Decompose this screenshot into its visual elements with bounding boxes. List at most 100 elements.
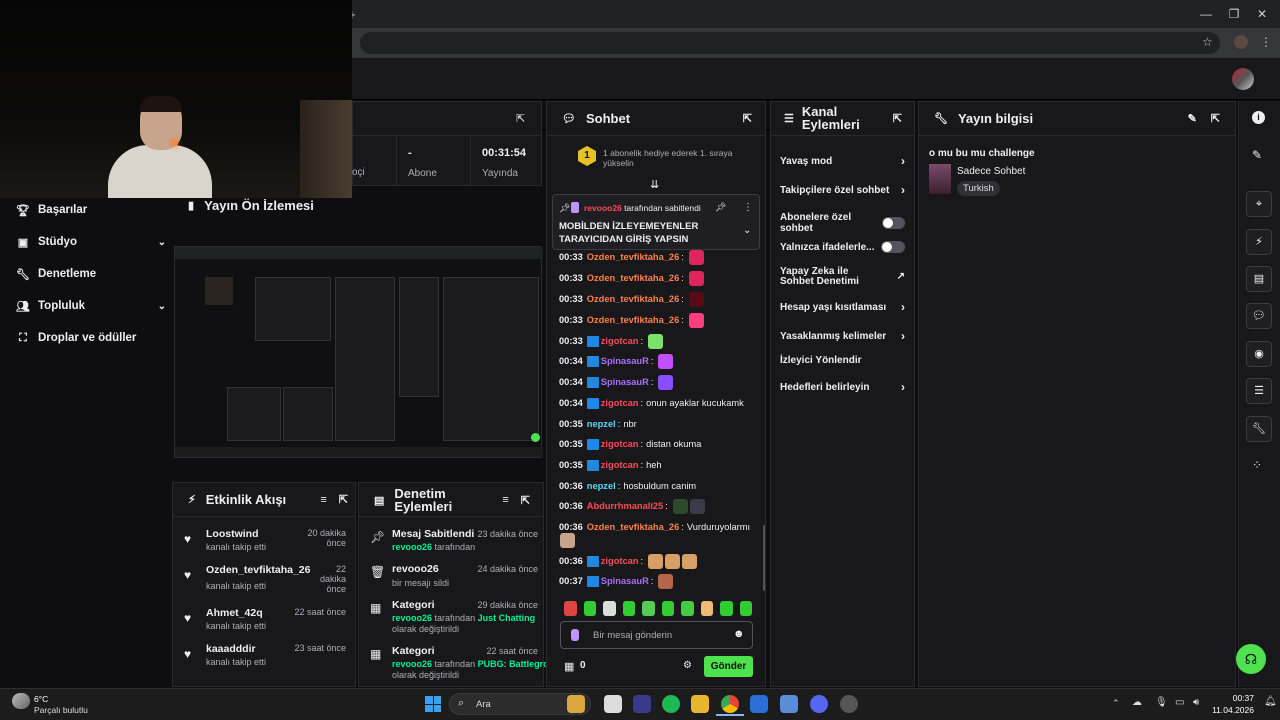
chat-message[interactable]: 00:36 Abdurrhmanali25: bbox=[559, 498, 705, 514]
app-icon[interactable] bbox=[840, 695, 858, 713]
emote-button[interactable] bbox=[603, 601, 616, 616]
chat-emote[interactable] bbox=[658, 573, 674, 589]
chat-username[interactable]: SpinasauR bbox=[601, 576, 649, 586]
chrome-icon[interactable] bbox=[721, 695, 739, 713]
emote-button[interactable] bbox=[564, 601, 577, 616]
chat-emote[interactable] bbox=[688, 249, 704, 265]
chat-emote[interactable] bbox=[688, 291, 704, 307]
pinned-by-user[interactable]: revooo26 bbox=[584, 203, 622, 213]
stream-category[interactable]: Sadece Sohbet bbox=[957, 166, 1025, 177]
user-avatar[interactable] bbox=[1232, 68, 1254, 90]
pinned-expand-icon[interactable]: ⇊ bbox=[650, 178, 659, 191]
chat-message[interactable]: 00:34 SpinasauR: bbox=[559, 374, 674, 390]
maximize-button[interactable]: ❐ bbox=[1224, 6, 1244, 22]
nav-community[interactable]: 👥︎ Topluluk ⌄ bbox=[16, 296, 166, 316]
category-boxart[interactable] bbox=[929, 164, 951, 194]
chat-message[interactable]: 00:34 zigotcan: onun ayaklar kucukamk bbox=[559, 396, 744, 410]
chevron-down-icon[interactable]: ⌄ bbox=[743, 225, 751, 236]
filter-icon[interactable]: ≡ bbox=[502, 494, 508, 506]
file-explorer-icon[interactable] bbox=[691, 695, 709, 713]
clip-icon[interactable]: ⌖ bbox=[1246, 191, 1272, 217]
spotify-icon[interactable] bbox=[662, 695, 680, 713]
chat-message[interactable]: 00:37 SpinasauR: bbox=[559, 573, 674, 589]
popout-icon[interactable]: ⇱ bbox=[516, 112, 525, 125]
send-button[interactable]: Gönder bbox=[704, 656, 753, 677]
emoji-icon[interactable]: ☻ bbox=[733, 628, 745, 640]
emote-button[interactable] bbox=[700, 601, 713, 616]
notifications-icon[interactable]: 🔔︎ bbox=[1264, 696, 1277, 707]
chat-emote[interactable] bbox=[648, 553, 664, 569]
chat-emote[interactable] bbox=[560, 533, 575, 548]
mod-user[interactable]: revooo26 bbox=[392, 613, 432, 623]
headset-help-button[interactable]: ☊ bbox=[1236, 644, 1266, 674]
browser-menu-icon[interactable]: ⋮ bbox=[1260, 35, 1272, 49]
channel-action-item[interactable]: Abonelere özel sohbet bbox=[780, 212, 905, 234]
popout-icon[interactable]: ⇱ bbox=[743, 112, 752, 125]
activity-item[interactable]: ♥ kaaadddir kanalı takip etti 23 saat ön… bbox=[180, 643, 352, 677]
mod-action-item[interactable]: ▦ Kategori 29 dakika önce revooo26 taraf… bbox=[366, 599, 538, 639]
chat-settings-icon[interactable]: ⚙ bbox=[683, 660, 692, 671]
stream-tag[interactable]: Turkish bbox=[957, 181, 1000, 196]
cloud-icon[interactable]: ☁ bbox=[1132, 697, 1142, 708]
channel-action-item[interactable]: İzleyici Yönlendir bbox=[780, 355, 905, 366]
chat-message[interactable]: 00:35 zigotcan: heh bbox=[559, 458, 662, 472]
minimize-button[interactable]: — bbox=[1196, 6, 1216, 22]
chat-message[interactable]: 00:33 Ozden_tevfiktaha_26: bbox=[559, 312, 704, 328]
filter-icon[interactable]: ≡ bbox=[320, 494, 326, 506]
chat-username[interactable]: nepzel bbox=[587, 419, 616, 429]
chat-username[interactable]: Ozden_tevfiktaha_26 bbox=[587, 522, 680, 532]
chat-username[interactable]: Ozden_tevfiktaha_26 bbox=[587, 252, 680, 262]
emote-button[interactable] bbox=[642, 601, 655, 616]
emote-button[interactable] bbox=[661, 601, 674, 616]
discord-icon[interactable] bbox=[810, 695, 828, 713]
chat-emote[interactable] bbox=[658, 374, 674, 390]
channel-action-item[interactable]: Yasaklanmış kelimeler › bbox=[780, 329, 905, 343]
channel-action-item[interactable]: Takipçilere özel sohbet › bbox=[780, 183, 905, 197]
chat-emote[interactable] bbox=[688, 312, 704, 328]
channel-action-item[interactable]: Yavaş mod › bbox=[780, 154, 905, 168]
windows-start-icon[interactable] bbox=[425, 696, 441, 712]
chat-emote[interactable] bbox=[688, 270, 704, 286]
chat-username[interactable]: zigotcan bbox=[601, 336, 639, 346]
document-icon[interactable]: ▤ bbox=[1246, 266, 1272, 292]
url-field[interactable] bbox=[360, 32, 1220, 54]
taskbar-date[interactable]: 11.04.2026 bbox=[1206, 705, 1254, 715]
channel-action-item[interactable]: Yalnızca ifadelerle... bbox=[780, 241, 905, 253]
chat-emote[interactable] bbox=[689, 498, 705, 514]
chat-emote[interactable] bbox=[665, 553, 681, 569]
chat-username[interactable]: zigotcan bbox=[601, 460, 639, 470]
channel-actions-icon[interactable]: ☰ bbox=[1246, 378, 1272, 404]
mod-action-item[interactable]: 📌︎ Mesaj Sabitlendi 23 dakika önce revoo… bbox=[366, 528, 538, 562]
outlook-icon[interactable] bbox=[750, 695, 768, 713]
chat-emote[interactable] bbox=[682, 553, 698, 569]
more-options-icon[interactable]: ⋮ bbox=[743, 202, 753, 213]
unpin-icon[interactable]: 📌︎ bbox=[715, 202, 726, 213]
chat-message[interactable]: 00:36 nepzel: hosbuldum canim bbox=[559, 479, 696, 493]
chat-emote[interactable] bbox=[672, 498, 688, 514]
chat-emote[interactable] bbox=[648, 333, 664, 349]
nav-studio[interactable]: ▣ Stüdyo ⌄ bbox=[16, 232, 166, 252]
popout-icon[interactable]: ⇱ bbox=[1211, 112, 1220, 125]
more-apps-icon[interactable]: ⁘ bbox=[1252, 458, 1262, 472]
activity-item[interactable]: ♥ Ahmet_42q kanalı takip etti 22 saat ön… bbox=[180, 607, 352, 641]
chevron-up-icon[interactable]: ⌃ bbox=[1112, 698, 1120, 709]
network-icon[interactable]: ▭ bbox=[1175, 697, 1184, 708]
chat-username[interactable]: zigotcan bbox=[601, 556, 639, 566]
toggle-switch[interactable] bbox=[882, 217, 905, 229]
microphone-icon[interactable]: 🎙︎ bbox=[1155, 697, 1168, 708]
chat-username[interactable]: zigotcan bbox=[601, 398, 639, 408]
chat-username[interactable]: SpinasauR bbox=[601, 356, 649, 366]
emote-button[interactable] bbox=[739, 601, 752, 616]
chat-message[interactable]: 00:35 nepzel: nbr bbox=[559, 417, 637, 431]
volume-icon[interactable]: 🔊︎ bbox=[1193, 697, 1199, 708]
emote-button[interactable] bbox=[681, 601, 694, 616]
toggle-switch[interactable] bbox=[881, 241, 905, 253]
close-button[interactable]: ✕ bbox=[1252, 6, 1272, 22]
popout-icon[interactable]: ⇱ bbox=[521, 494, 530, 507]
nav-moderation[interactable]: 🔧︎ Denetleme bbox=[16, 264, 166, 284]
chat-username[interactable]: Ozden_tevfiktaha_26 bbox=[587, 294, 680, 304]
app-icon[interactable] bbox=[780, 695, 798, 713]
edit-pencil-icon[interactable]: ✎ bbox=[1188, 112, 1197, 125]
chat-username[interactable]: zigotcan bbox=[601, 439, 639, 449]
chat-message[interactable]: 00:33 Ozden_tevfiktaha_26: bbox=[559, 270, 704, 286]
